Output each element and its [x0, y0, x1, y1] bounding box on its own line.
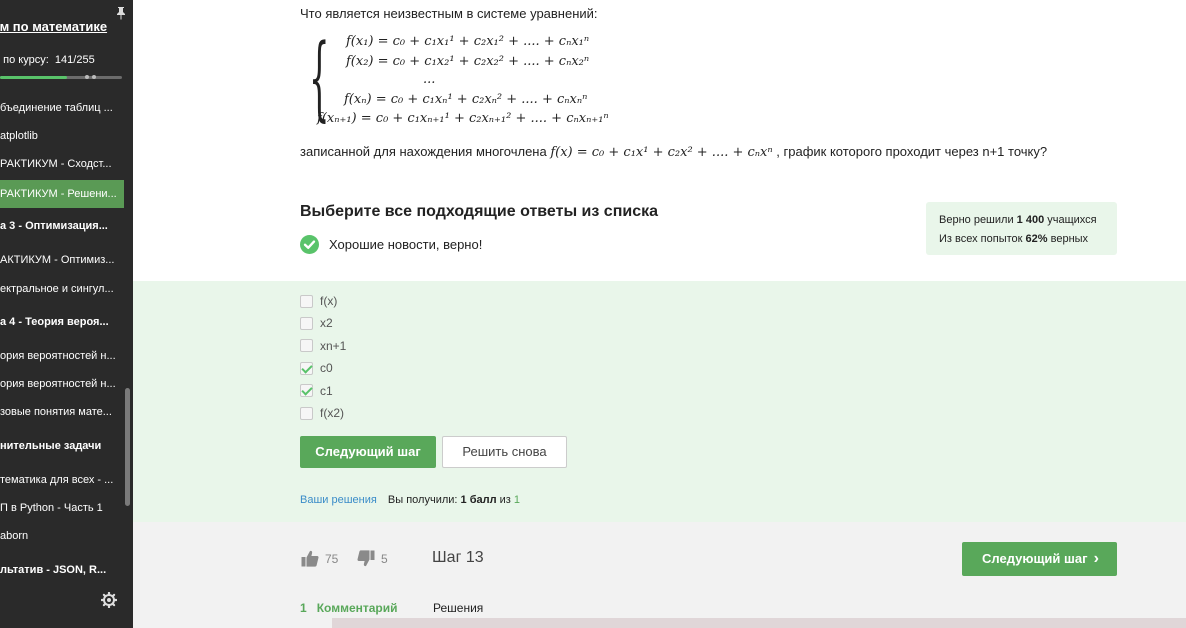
- comments-label: Комментарий: [316, 601, 398, 615]
- answer-option[interactable]: xn+1: [300, 337, 346, 355]
- progress-marker: [85, 75, 89, 79]
- sidebar-lesson-item[interactable]: льтатив - JSON, R...: [0, 556, 124, 584]
- sidebar-lesson-item[interactable]: нительные задачи: [0, 432, 124, 460]
- answer-option[interactable]: x2: [300, 314, 333, 332]
- comments-count: 1: [300, 601, 307, 615]
- answer-option[interactable]: f(x): [300, 292, 337, 310]
- result-mid: из: [499, 494, 511, 506]
- option-label: c1: [320, 383, 333, 398]
- sidebar: кум по математике n е по курсу: 141/255 …: [0, 0, 133, 628]
- option-checkbox[interactable]: [300, 384, 313, 398]
- check-circle-icon: [300, 234, 319, 254]
- feedback-text: Хорошие новости, верно!: [329, 236, 483, 252]
- question-tail-after: , график которого проходит через n+1 точ…: [776, 144, 1048, 159]
- thumbs-down-icon: [357, 550, 375, 567]
- stats-solved-suffix: учащихся: [1047, 214, 1097, 226]
- sidebar-lesson-item[interactable]: РАКТИКУМ - Решени...: [0, 180, 124, 208]
- thumbs-up-icon: [301, 550, 319, 567]
- sidebar-lesson-item[interactable]: aborn: [0, 522, 124, 550]
- your-solutions-link[interactable]: Ваши решения: [300, 494, 377, 506]
- sidebar-lesson-item[interactable]: а 4 - Теория вероя...: [0, 308, 124, 336]
- sidebar-lesson-item[interactable]: зовые понятия мате...: [0, 398, 124, 426]
- dislike-count: 5: [381, 551, 388, 566]
- sidebar-lesson-item[interactable]: ория вероятностей н...: [0, 370, 124, 398]
- answer-option[interactable]: f(x2): [300, 404, 344, 422]
- chevron-right-icon: ›: [1093, 550, 1099, 567]
- footer-next-step-button[interactable]: Следующий шаг ›: [962, 542, 1117, 576]
- option-label: x2: [320, 316, 333, 331]
- sidebar-lesson-item[interactable]: тематика для всех - ...: [0, 466, 124, 494]
- tab-comments[interactable]: 1 Комментарий: [300, 601, 398, 615]
- option-label: xn+1: [320, 338, 347, 353]
- course-progress: е по курсу: 141/255: [0, 54, 95, 66]
- like-count: 75: [325, 551, 339, 566]
- progress-bar-fill: [0, 76, 68, 79]
- step-label: Шаг 13: [432, 549, 484, 566]
- option-label: f(x): [320, 294, 338, 308]
- progress-marker: [92, 75, 96, 79]
- stats-attempts-prefix: Из всех попыток: [939, 233, 1023, 245]
- equation-1: f(x₁) = c₀ + c₁x₁¹ + c₂x₁² + .... + cₙx₁…: [346, 34, 590, 49]
- sidebar-lesson-item[interactable]: П в Python - Часть 1: [0, 494, 124, 522]
- option-label: c0: [320, 361, 333, 376]
- equation-ellipsis: ...: [423, 72, 436, 87]
- sidebar-lesson-item[interactable]: АКТИКУМ - Оптимиз...: [0, 246, 124, 274]
- stats-solved-prefix: Верно решили: [939, 214, 1014, 226]
- option-checkbox[interactable]: [300, 339, 313, 353]
- sidebar-lesson-item[interactable]: atplotlib: [0, 122, 124, 150]
- polynomial-formula: f(x) = c₀ + c₁x¹ + c₂x² + .... + cₙxⁿ: [550, 145, 773, 160]
- result-line: Ваши решения Вы получили: 1 балл из 1: [300, 494, 520, 506]
- option-label: f(x2): [320, 406, 344, 420]
- stats-attempts-percent: 62%: [1025, 233, 1048, 245]
- equation-system: { f(x₁) = c₀ + c₁x₁¹ + c₂x₁² + .... + cₙ…: [309, 28, 649, 132]
- question-intro: Что является неизвестным в системе уравн…: [300, 6, 598, 21]
- tab-solutions[interactable]: Решения: [433, 601, 483, 615]
- sidebar-lesson-item[interactable]: РАКТИКУМ - Сходст...: [0, 150, 124, 178]
- sidebar-lesson-item[interactable]: ория вероятностей н...: [0, 342, 124, 370]
- progress-value: 141/255: [54, 54, 95, 66]
- answer-option[interactable]: c1: [300, 382, 333, 400]
- progress-label: е по курсу:: [0, 54, 49, 66]
- option-checkbox[interactable]: [300, 294, 313, 308]
- progress-bar: [0, 75, 122, 79]
- question-tail-before: записанной для нахождения многочлена: [300, 144, 547, 159]
- result-score: 1 балл: [460, 494, 497, 506]
- stats-solved: Верно решили 1 400 учащихся: [939, 211, 1104, 230]
- step-content: Что является неизвестным в системе уравн…: [133, 0, 1186, 628]
- course-title-line1: кум по математике: [0, 19, 108, 34]
- stats-solved-count: 1 400: [1016, 214, 1045, 226]
- equation-n: f(xₙ) = c₀ + c₁xₙ¹ + c₂xₙ² + .... + cₙxₙ…: [344, 92, 588, 107]
- option-checkbox[interactable]: [300, 361, 313, 375]
- result-max: 1: [513, 494, 521, 506]
- stats-attempts-suffix: верных: [1050, 233, 1089, 245]
- next-step-button[interactable]: Следующий шаг: [300, 436, 436, 468]
- retry-button[interactable]: Решить снова: [442, 436, 567, 468]
- answer-section-title: Выберите все подходящие ответы из списка: [300, 203, 658, 220]
- dislike-button[interactable]: 5: [357, 550, 388, 567]
- footer-next-step-label: Следующий шаг: [982, 551, 1088, 566]
- option-checkbox[interactable]: [300, 406, 313, 420]
- answer-option[interactable]: c0: [300, 359, 333, 377]
- equation-n-plus-1: f(xₙ₊₁) = c₀ + c₁xₙ₊₁¹ + c₂xₙ₊₁² + .... …: [317, 111, 609, 126]
- sidebar-lesson-item[interactable]: бъединение таблиц ...: [0, 94, 124, 122]
- feedback-message: Хорошие новости, верно!: [300, 234, 482, 254]
- option-checkbox[interactable]: [300, 316, 313, 330]
- result-prefix: Вы получили:: [387, 494, 458, 506]
- gear-icon[interactable]: [101, 592, 117, 608]
- sidebar-lesson-item[interactable]: а 3 - Оптимизация...: [0, 212, 124, 240]
- course-title[interactable]: кум по математике n: [0, 18, 126, 52]
- answer-area: f(x) x2 xn+1 c0 c1 f(x2) Следующий шаг Решить…: [133, 281, 1186, 522]
- background-strip: [332, 618, 1186, 628]
- stats-attempts: Из всех попыток 62% верных: [939, 230, 1104, 249]
- equation-2: f(x₂) = c₀ + c₁x₂¹ + c₂x₂² + .... + cₙx₂…: [346, 54, 590, 69]
- solve-stats: Верно решили 1 400 учащихся Из всех попы…: [926, 202, 1117, 255]
- sidebar-scrollbar[interactable]: [125, 388, 130, 506]
- question-tail: записанной для нахождения многочлена f(x…: [300, 144, 1047, 160]
- course-title-line2: n: [0, 35, 126, 52]
- sidebar-lesson-item[interactable]: ектральное и сингул...: [0, 275, 124, 303]
- like-button[interactable]: 75: [301, 550, 338, 567]
- step-footer: 75 5 Шаг 13 Следующий шаг › 1 Комментари…: [133, 522, 1186, 628]
